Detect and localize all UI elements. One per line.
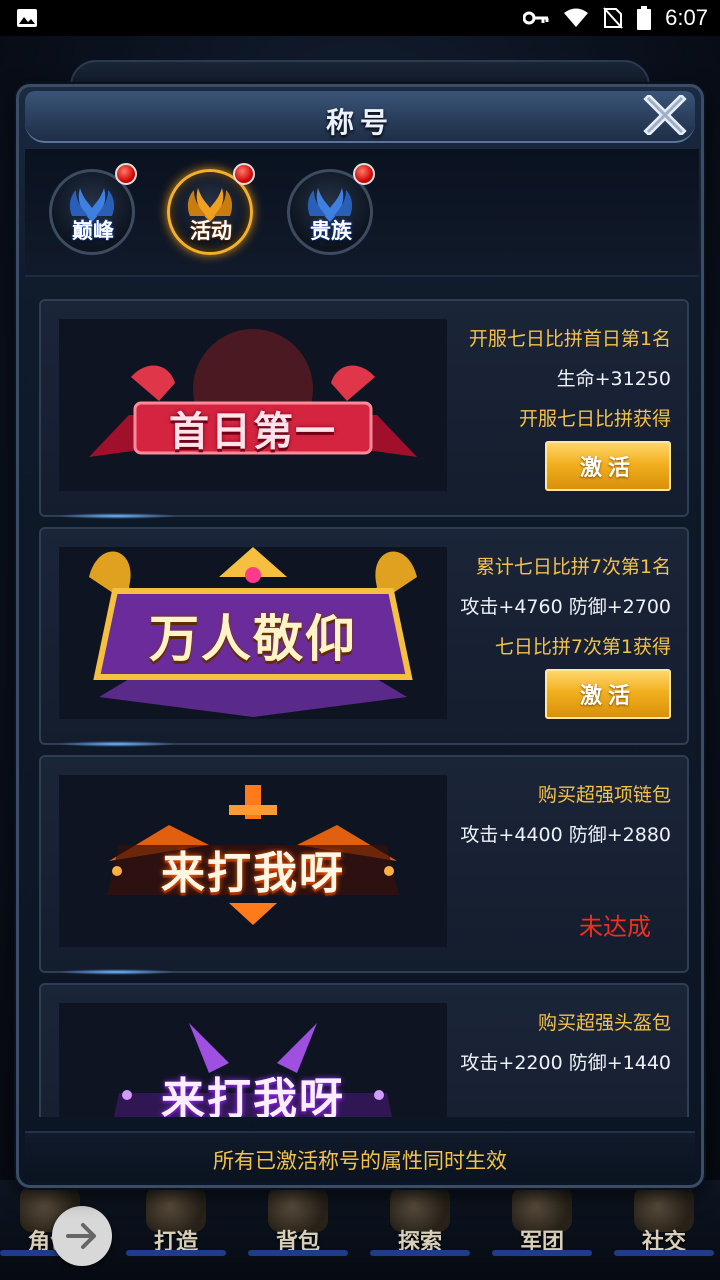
arrow-right-button[interactable]: [52, 1206, 112, 1266]
badge-text: 来打我呀: [161, 848, 345, 899]
clock: 6:07: [665, 5, 708, 30]
nav-item-legion[interactable]: 军团: [486, 1180, 598, 1280]
card-glow: [57, 969, 177, 975]
title-stats: 攻击+2200 防御+1440: [460, 1052, 671, 1074]
close-button[interactable]: [637, 89, 693, 141]
title-badge: 首日第一: [59, 319, 447, 491]
activate-button[interactable]: 激活: [545, 441, 671, 491]
tab-peak[interactable]: 巅峰: [43, 163, 143, 263]
badge-text: 首日第一: [169, 408, 337, 455]
card-glow: [57, 513, 177, 519]
no-sim-icon: [603, 7, 623, 29]
title-card: 首日第一 开服七日比拼首日第1名 生命+31250 开服七日比拼获得 激活: [39, 299, 689, 519]
alert-dot: [115, 163, 137, 185]
title-info: 累计七日比拼7次第1名 攻击+4760 防御+2700 七日比拼7次第1获得: [431, 555, 671, 667]
footer-note: 所有已激活称号的属性同时生效: [213, 1149, 507, 1173]
activate-button[interactable]: 激活: [545, 669, 671, 719]
tab-event[interactable]: 活动: [161, 163, 261, 263]
nav-indicator: [614, 1250, 714, 1256]
arrow-right-icon: [66, 1223, 96, 1249]
title-badge: 来打我呀: [59, 775, 447, 947]
title-card: 万人敬仰 累计七日比拼7次第1名 攻击+4760 防御+2700 七日比拼7次第…: [39, 527, 689, 747]
not-achieved-status: 未达成: [579, 913, 651, 941]
game-screen: 6:07 角色 角色 打造 背包 探索 军团: [0, 0, 720, 1280]
title-card: 来打我呀 购买超强项链包 攻击+4400 防御+2880 未达成: [39, 755, 689, 975]
title-badge: 万人敬仰: [59, 547, 447, 719]
alert-dot: [353, 163, 375, 185]
title-requirement: 购买超强项链包: [537, 784, 671, 806]
title-requirement: 购买超强头盔包: [537, 1012, 671, 1034]
title-source: 七日比拼7次第1获得: [494, 636, 671, 658]
battery-icon: [637, 6, 652, 30]
dialog-footer: 所有已激活称号的属性同时生效: [25, 1131, 695, 1181]
title-requirement: 累计七日比拼7次第1名: [475, 556, 671, 578]
tab-label: 活动: [190, 219, 232, 243]
close-icon: [643, 95, 687, 135]
title-source: 开服七日比拼获得: [518, 408, 671, 430]
nav-indicator: [370, 1250, 470, 1256]
title-stats: 攻击+4400 防御+2880: [460, 824, 671, 846]
badge-text: 来打我呀: [161, 1074, 345, 1117]
title-info: 开服七日比拼首日第1名 生命+31250 开服七日比拼获得: [431, 327, 671, 439]
alert-dot: [233, 163, 255, 185]
nav-item-social[interactable]: 社交: [608, 1180, 720, 1280]
wifi-icon: [564, 8, 589, 27]
title-list[interactable]: 首日第一 开服七日比拼首日第1名 生命+31250 开服七日比拼获得 激活 万人…: [39, 299, 689, 1117]
badge-text: 万人敬仰: [149, 609, 357, 668]
key-icon: [523, 11, 549, 25]
image-icon: [17, 9, 37, 27]
title-dialog: 称号 巅峰 活动 贵族 首日第一 开服七日比拼首日第1名 生命+31250 开服…: [16, 84, 704, 1188]
status-bar: 6:07: [0, 0, 720, 36]
title-info: 购买超强项链包 攻击+4400 防御+2880: [431, 783, 671, 863]
title-card: 来打我呀 购买超强头盔包 攻击+2200 防御+1440: [39, 983, 689, 1117]
nav-indicator: [126, 1250, 226, 1256]
tab-label: 巅峰: [72, 219, 114, 243]
tab-noble[interactable]: 贵族: [281, 163, 381, 263]
dialog-header: 称号: [25, 91, 695, 143]
title-stats: 生命+31250: [556, 368, 671, 390]
nav-item-bag[interactable]: 背包: [242, 1180, 354, 1280]
title-requirement: 开服七日比拼首日第1名: [468, 328, 671, 350]
nav-indicator: [492, 1250, 592, 1256]
title-info: 购买超强头盔包 攻击+2200 防御+1440: [431, 1011, 671, 1091]
nav-item-forge[interactable]: 打造: [120, 1180, 232, 1280]
card-glow: [57, 741, 177, 747]
nav-item-explore[interactable]: 探索: [364, 1180, 476, 1280]
tab-label: 贵族: [310, 219, 352, 243]
category-tabs: 巅峰 活动 贵族: [25, 149, 699, 277]
nav-indicator: [248, 1250, 348, 1256]
title-stats: 攻击+4760 防御+2700: [460, 596, 671, 618]
dialog-title: 称号: [325, 106, 394, 139]
title-badge: 来打我呀: [59, 1003, 447, 1117]
